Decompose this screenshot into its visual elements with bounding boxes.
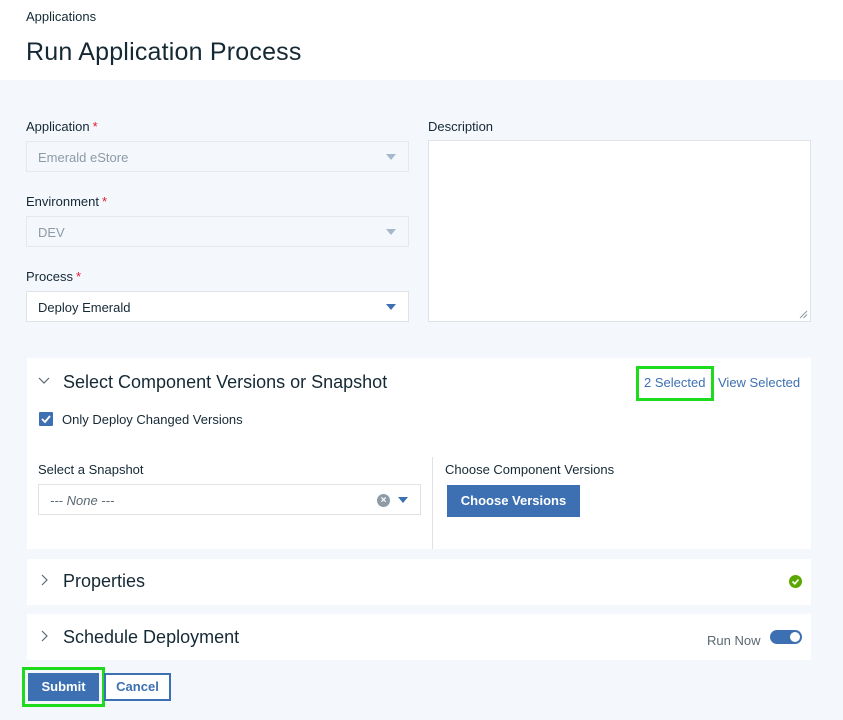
snapshot-label: Select a Snapshot bbox=[38, 462, 144, 477]
only-changed-label[interactable]: Only Deploy Changed Versions bbox=[62, 412, 243, 427]
toggle-knob bbox=[790, 632, 800, 642]
highlight-box bbox=[636, 366, 714, 401]
chevron-down-icon bbox=[386, 304, 396, 310]
properties-title[interactable]: Properties bbox=[63, 571, 145, 592]
chevron-down-icon[interactable] bbox=[38, 377, 50, 385]
breadcrumb[interactable]: Applications bbox=[26, 9, 96, 24]
run-now-toggle[interactable] bbox=[770, 630, 802, 644]
page-header: Applications Run Application Process bbox=[0, 0, 843, 80]
chevron-right-icon[interactable] bbox=[41, 574, 49, 586]
choose-versions-label: Choose Component Versions bbox=[445, 462, 615, 477]
process-label: Process * bbox=[26, 269, 82, 284]
environment-select[interactable]: DEV bbox=[26, 216, 409, 247]
chevron-down-icon bbox=[386, 154, 396, 160]
check-circle-icon bbox=[789, 575, 802, 588]
page-title: Run Application Process bbox=[26, 38, 302, 66]
environment-label: Environment * bbox=[26, 194, 108, 209]
highlight-box bbox=[22, 667, 105, 707]
description-textarea[interactable] bbox=[428, 140, 811, 322]
process-select[interactable]: Deploy Emerald bbox=[26, 291, 409, 322]
cancel-button[interactable]: Cancel bbox=[104, 673, 171, 701]
only-changed-checkbox[interactable] bbox=[39, 412, 53, 426]
choose-versions-button[interactable]: Choose Versions bbox=[447, 485, 580, 517]
chevron-down-icon bbox=[398, 497, 408, 503]
schedule-title[interactable]: Schedule Deployment bbox=[63, 627, 239, 648]
resize-handle-icon[interactable] bbox=[799, 310, 808, 319]
application-label: Application * bbox=[26, 119, 98, 134]
column-divider bbox=[432, 457, 433, 549]
snapshot-select[interactable]: --- None --- × bbox=[38, 484, 421, 515]
description-label: Description bbox=[428, 119, 494, 134]
clear-icon[interactable]: × bbox=[377, 494, 390, 507]
view-selected-link[interactable]: View Selected bbox=[718, 375, 800, 390]
chevron-down-icon bbox=[386, 229, 396, 235]
run-now-label: Run Now bbox=[707, 633, 761, 648]
application-select[interactable]: Emerald eStore bbox=[26, 141, 409, 172]
chevron-right-icon[interactable] bbox=[41, 630, 49, 642]
checkmark-icon bbox=[41, 415, 51, 424]
component-section-title[interactable]: Select Component Versions or Snapshot bbox=[63, 372, 387, 393]
